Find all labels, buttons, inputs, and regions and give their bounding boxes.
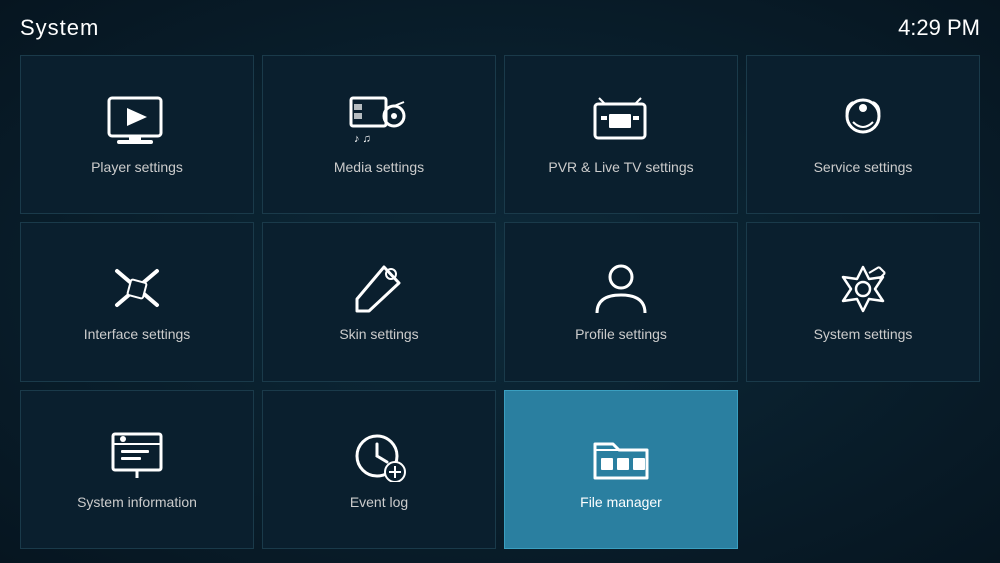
tile-file-manager[interactable]: File manager [504,390,738,549]
player-icon [105,94,170,149]
tile-label-player-settings: Player settings [91,159,183,175]
tile-profile-settings[interactable]: Profile settings [504,222,738,381]
tile-label-file-manager: File manager [580,494,662,510]
system-icon [831,261,896,316]
eventlog-icon [347,429,412,484]
profile-icon [589,261,654,316]
tile-label-profile-settings: Profile settings [575,326,667,342]
files-icon [589,429,654,484]
media-icon: ♪ ♫ [347,94,412,149]
pvr-icon [589,94,654,149]
tile-label-service-settings: Service settings [814,159,913,175]
tile-player-settings[interactable]: Player settings [20,55,254,214]
page-title: System [20,15,99,41]
clock: 4:29 PM [898,15,980,41]
skin-icon [347,261,412,316]
info-icon [105,429,170,484]
tile-label-system-information: System information [77,494,197,510]
tile-label-media-settings: Media settings [334,159,424,175]
tile-event-log[interactable]: Event log [262,390,496,549]
header: System 4:29 PM [0,0,1000,51]
tile-pvr-settings[interactable]: PVR & Live TV settings [504,55,738,214]
interface-icon [105,261,170,316]
service-icon [831,94,896,149]
tile-label-interface-settings: Interface settings [84,326,191,342]
svg-text:♪ ♫: ♪ ♫ [354,133,371,145]
settings-grid: Player settings ♪ ♫ Media settings PVR &… [0,51,1000,559]
tile-label-event-log: Event log [350,494,408,510]
tile-service-settings[interactable]: Service settings [746,55,980,214]
tile-system-settings[interactable]: System settings [746,222,980,381]
tile-label-system-settings: System settings [814,326,913,342]
tile-media-settings[interactable]: ♪ ♫ Media settings [262,55,496,214]
tile-interface-settings[interactable]: Interface settings [20,222,254,381]
tile-system-information[interactable]: System information [20,390,254,549]
tile-label-pvr-settings: PVR & Live TV settings [548,159,693,175]
tile-skin-settings[interactable]: Skin settings [262,222,496,381]
tile-label-skin-settings: Skin settings [339,326,418,342]
